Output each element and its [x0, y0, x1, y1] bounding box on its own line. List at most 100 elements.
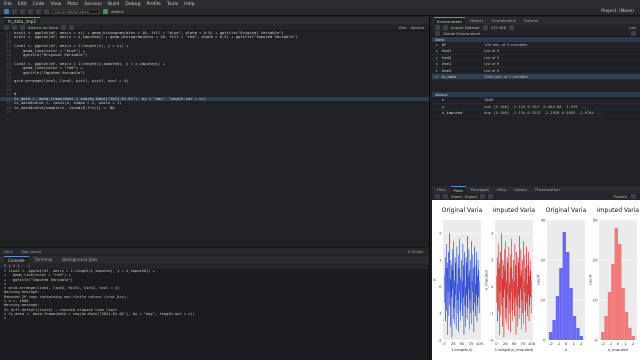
x-tick-label: 0 [617, 341, 620, 346]
open-file-icon[interactable] [20, 9, 25, 14]
load-workspace-icon[interactable] [435, 25, 440, 30]
env-data-row[interactable]: ▸ ts_data 1000 obs. of 1 variable [432, 73, 640, 81]
code-area[interactable]: 11 hist1 <- ggplot(df, aes(x = x)) + geom… [0, 31, 429, 247]
export-button[interactable]: Export [465, 194, 477, 199]
menu-profile[interactable]: Profile [147, 2, 161, 7]
menu-debug[interactable]: Debug [125, 2, 140, 7]
histogram-bar [555, 296, 560, 340]
tab-background-jobs[interactable]: Background Jobs [58, 256, 102, 263]
code-text[interactable]: grid.arrange(line1, line2, hist1, hist2,… [14, 78, 128, 83]
import-dataset-button[interactable]: Import Dataset [451, 25, 480, 30]
console-pane: Console Terminal Background Jobs R 4.3.2 ·… [0, 256, 430, 360]
menu-help[interactable]: Help [184, 2, 194, 7]
tab-environment[interactable]: Environment [434, 17, 465, 24]
tab-presentation[interactable]: Presentation [532, 186, 563, 193]
console-output[interactable]: > line2 <- ggplot(df, aes(x = 1:length(x… [0, 269, 429, 321]
tab-history[interactable]: History [466, 17, 487, 24]
value-summary: num [1:100] -1.134 0.254 -0.084 NA -1.07… [484, 103, 587, 109]
zoom-button[interactable]: Zoom [451, 194, 462, 199]
environment-pane: Environment History Connections Tutorial Im… [432, 17, 640, 185]
main-toolbar: Go to file/function Addins Project: (Non… [0, 8, 640, 16]
broom-icon[interactable] [488, 194, 494, 199]
plots-tabbar: Files Plots Packages Help Viewer Presentation [432, 186, 640, 193]
histogram-bar [614, 228, 618, 340]
file-type[interactable]: R Script [408, 249, 429, 254]
plots-toolbar: Zoom Export Publish [432, 193, 640, 200]
save-all-icon[interactable] [36, 9, 41, 14]
tab-terminal[interactable]: Terminal [30, 256, 57, 263]
value-name: x [442, 103, 445, 109]
tab-viewer[interactable]: Viewer [510, 186, 531, 193]
run-button[interactable]: Run [399, 25, 406, 30]
menu-code[interactable]: Code [33, 2, 45, 7]
print-icon[interactable] [44, 9, 49, 14]
back-icon[interactable] [4, 24, 9, 30]
menu-plots[interactable]: Plots [67, 2, 78, 7]
code-text[interactable]: ts_data$value[sample(n, round(0.1*n))] <… [14, 105, 115, 110]
menu-build[interactable]: Build [108, 2, 120, 7]
plots-pane: Files Plots Packages Help Viewer Presentation… [432, 186, 640, 360]
code-tools-icon[interactable] [69, 24, 75, 30]
histogram-bar [562, 232, 566, 340]
tab-packages[interactable]: Packages [467, 186, 493, 193]
env-value-row[interactable]: x_imputed num [1:100] -1.134 0.2537 -2.29… [432, 110, 640, 117]
next-plot-icon[interactable] [443, 194, 448, 199]
chunk-scope[interactable]: (Top Level) [21, 249, 42, 254]
tab-help[interactable]: Help [494, 186, 509, 193]
histogram-bar [631, 336, 635, 340]
menu-edit[interactable]: Edit [18, 2, 27, 7]
chart-title: Imputed Varia [597, 207, 639, 214]
new-file-icon[interactable] [4, 9, 9, 14]
x-axis-label: x [565, 347, 568, 352]
search-icon[interactable] [631, 31, 636, 36]
code-text[interactable]: ggtitle("Imputed Variable") [14, 70, 85, 75]
value-summary: 1000 [484, 97, 494, 103]
histogram-bar [607, 292, 612, 340]
tab-plots[interactable]: Plots [450, 186, 466, 193]
editor-toolbar: Source on Save Run Source [0, 24, 429, 31]
refresh-icon[interactable] [631, 194, 636, 199]
tab-ts-data-imp2[interactable]: ts_data_imp2 [4, 17, 41, 24]
list-view-toggle[interactable]: List [629, 25, 640, 30]
menu-tools[interactable]: Tools [167, 2, 178, 7]
memory-usage[interactable]: 232 MiB [491, 25, 506, 30]
source-on-save-checkbox[interactable]: Source on Save [28, 25, 58, 30]
prev-plot-icon[interactable] [435, 194, 440, 199]
publish-button[interactable]: Publish [613, 194, 627, 199]
forward-icon[interactable] [12, 24, 17, 30]
remove-plot-icon[interactable] [480, 194, 486, 199]
tab-files[interactable]: Files [434, 186, 449, 193]
search-icon[interactable] [61, 24, 67, 30]
source-button[interactable]: Source [411, 25, 424, 30]
save-icon[interactable] [28, 9, 33, 14]
goto-file-input[interactable]: Go to file/function [52, 9, 100, 14]
save-file-icon[interactable] [20, 24, 25, 30]
menu-session[interactable]: Session [84, 2, 102, 7]
object-summary: List of 9 [484, 54, 500, 60]
console-tabbar: Console Terminal Background Jobs [0, 256, 429, 263]
y-tick-label: -2 [490, 337, 494, 342]
y-axis-label: x [432, 278, 437, 281]
global-environment-select[interactable]: Global Environment [443, 31, 481, 36]
source-editor-pane: ts_data_imp2 Source on Save Run Source 1… [0, 17, 430, 255]
x-tick-label: 25 [451, 341, 456, 346]
value-name: n [442, 97, 445, 103]
code-text[interactable]: hist2 <- ggplot(df, aes(x = x_imputed)) … [14, 34, 297, 39]
object-summary: 1000 obs. of 1 variable [484, 73, 528, 79]
histogram-bar [618, 244, 622, 340]
menu-file[interactable]: File [4, 2, 12, 7]
tab-connections[interactable]: Connections [488, 17, 519, 24]
code-text[interactable]: ggtitle("Original Variable") [14, 52, 87, 57]
code-line[interactable]: 29 [0, 109, 429, 114]
addins-label[interactable]: Addins [111, 9, 124, 14]
addins-icon[interactable] [103, 9, 108, 14]
save-workspace-icon[interactable] [443, 25, 448, 30]
y-tick-label: -2 [438, 337, 442, 342]
histogram-bar [552, 320, 556, 340]
project-menu[interactable]: Project: (None) [601, 9, 634, 14]
broom-icon[interactable] [509, 25, 515, 30]
tab-console[interactable]: Console [4, 256, 29, 263]
menu-view[interactable]: View [50, 2, 61, 7]
new-project-icon[interactable] [12, 9, 17, 14]
tab-tutorial[interactable]: Tutorial [520, 17, 542, 24]
